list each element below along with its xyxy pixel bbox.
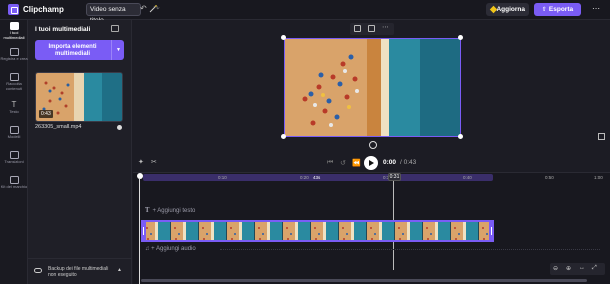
timeline-scrollbar[interactable] <box>141 279 587 282</box>
text-track-icon: T <box>145 207 150 214</box>
crop-icon[interactable] <box>354 25 361 32</box>
rail-item-text[interactable]: T Testo <box>0 101 28 115</box>
undo-icon[interactable]: ↶ <box>140 4 147 13</box>
rail-item-brand-kit[interactable]: Kit del marchio <box>0 176 28 190</box>
clipchamp-logo-icon <box>8 4 19 15</box>
video-preview[interactable] <box>284 38 461 137</box>
library-icon <box>9 73 19 81</box>
check-icon <box>117 125 122 130</box>
zoom-fit-icon[interactable]: ↔ <box>579 265 585 271</box>
start-marker[interactable] <box>137 173 143 179</box>
clip-trim-handle-right[interactable] <box>489 220 494 242</box>
media-file-name: 263305_small.mp4 <box>35 124 82 130</box>
clip-trim-handle-left[interactable] <box>141 220 146 242</box>
text-track[interactable]: T + Aggiungi testo <box>145 207 195 214</box>
rail-item-transitions[interactable]: Transizioni <box>0 151 28 165</box>
brand-kit-icon <box>9 176 19 184</box>
duration-badge: 0:43 <box>39 110 53 118</box>
rail-item-templates[interactable]: Modelli <box>0 126 28 140</box>
current-time: 0:00 <box>383 159 397 166</box>
app-name: Clipchamp <box>23 5 64 14</box>
media-panel: I tuoi multimediali Importa elementi mul… <box>28 20 132 284</box>
transitions-icon <box>9 151 19 159</box>
clip-filmstrip <box>143 222 492 240</box>
zoom-in-icon[interactable]: ⊕ <box>566 265 571 272</box>
chevron-up-icon: ▲ <box>117 267 122 273</box>
rail-item-my-media[interactable]: I tuoi multimediali <box>0 22 28 40</box>
rewind-5s-icon[interactable]: ↺ <box>340 159 346 167</box>
audio-track[interactable]: ♫ + Aggiungi audio <box>145 246 196 252</box>
templates-icon <box>9 126 19 134</box>
audio-placeholder <box>220 249 600 254</box>
skip-back-icon[interactable]: ⏮ <box>327 159 333 167</box>
media-thumbnail[interactable]: 0:43 <box>35 72 123 122</box>
beach-preview-image <box>285 39 460 136</box>
tick-label: 0:20 <box>300 175 309 180</box>
fit-icon[interactable] <box>368 25 375 32</box>
total-time: / 0:43 <box>400 159 417 166</box>
project-title-field[interactable]: Video senza titolo <box>86 3 141 24</box>
cloud-icon <box>34 268 42 273</box>
resize-handle-bottom-right[interactable] <box>458 134 463 139</box>
tick-label: 1:00 <box>594 175 603 180</box>
start-line <box>139 179 140 284</box>
zoom-controls: ⊖ ⊕ ↔ ⤢ <box>550 263 605 275</box>
folder-icon <box>9 22 19 30</box>
more-options-button[interactable]: ⋯ <box>589 3 603 16</box>
magic-edit-icon[interactable]: ✦ <box>138 158 144 166</box>
fullscreen-icon[interactable] <box>598 133 605 140</box>
import-media-button[interactable]: Importa elementi multimediali ▼ <box>35 40 124 60</box>
play-button[interactable] <box>364 156 378 170</box>
chevron-down-icon[interactable]: ▼ <box>116 47 121 53</box>
rail-item-record[interactable]: Registra e crea <box>0 48 28 62</box>
tick-label: 0:40 <box>463 175 472 180</box>
clip-end-label: 43s <box>313 175 321 180</box>
more-icon[interactable]: ⋯ <box>382 23 389 31</box>
resize-handle-top-left[interactable] <box>281 35 286 40</box>
upgrade-button[interactable]: Aggiorna <box>486 3 529 16</box>
zoom-out-icon[interactable]: ⊖ <box>553 265 558 272</box>
resize-handle-bottom-left[interactable] <box>281 134 286 139</box>
rail-item-library[interactable]: Raccolta contenuti <box>0 73 28 91</box>
tick-label: 0:50 <box>545 175 554 180</box>
export-button[interactable]: ⇧ Esporta <box>534 3 581 16</box>
expand-icon[interactable]: ⤢ <box>592 265 597 272</box>
backup-notice[interactable]: Backup dei file multimediali non eseguit… <box>28 258 132 284</box>
upload-icon: ⇧ <box>541 7 547 13</box>
rotate-icon[interactable] <box>369 141 377 149</box>
playhead[interactable]: 0:31 <box>388 173 401 181</box>
resize-handle-top-right[interactable] <box>458 35 463 40</box>
preview-toolbar: ⋯ <box>350 23 394 35</box>
panel-title: I tuoi multimediali <box>35 26 91 33</box>
tick-label: 0:10 <box>218 175 227 180</box>
collapse-panel-icon[interactable] <box>111 25 119 32</box>
redo-icon[interactable]: ↷ <box>153 4 160 13</box>
split-icon[interactable]: ✂ <box>151 158 157 166</box>
step-back-icon[interactable]: ⏪ <box>352 159 361 167</box>
record-icon <box>9 48 19 56</box>
video-clip[interactable] <box>141 220 494 242</box>
text-icon: T <box>11 100 17 109</box>
